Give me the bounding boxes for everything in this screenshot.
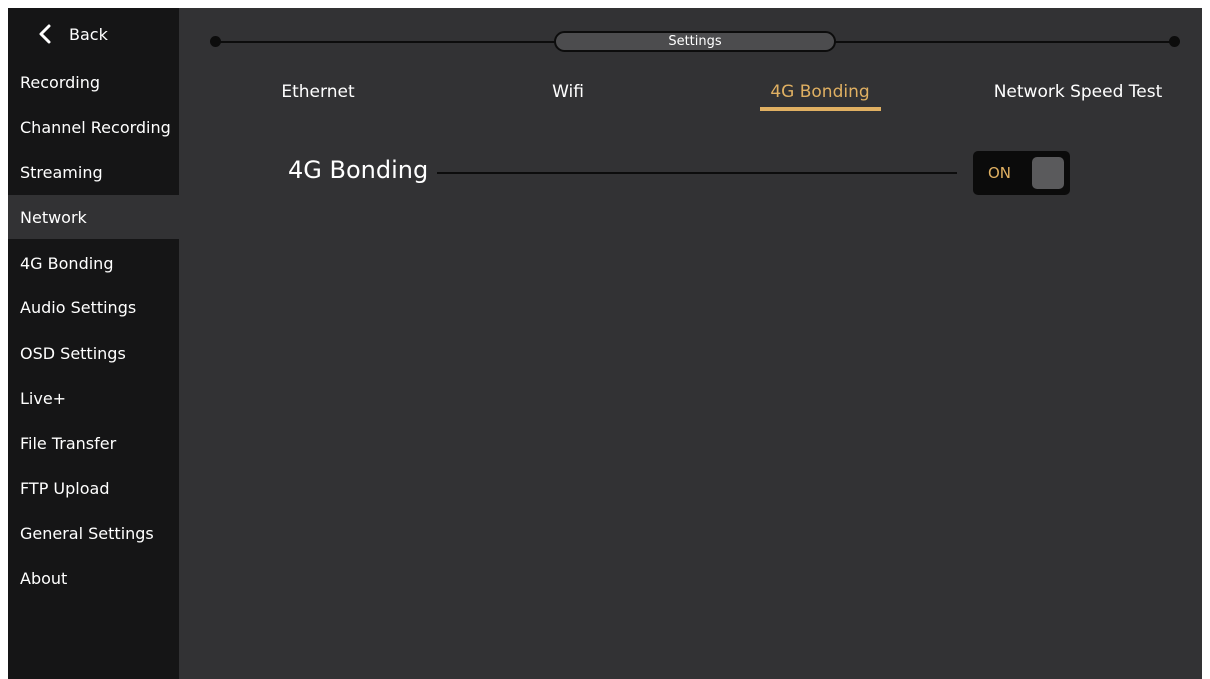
page-title-text: Settings bbox=[668, 34, 722, 49]
sidebar-item-ftp-upload[interactable]: FTP Upload bbox=[8, 466, 179, 510]
tab-active-underline bbox=[760, 107, 881, 111]
tab-4g-bonding[interactable]: 4G Bonding bbox=[750, 76, 890, 108]
sidebar-item-about[interactable]: About bbox=[8, 556, 179, 600]
toggle-state-label: ON bbox=[988, 164, 1012, 182]
sidebar-item-channel-recording[interactable]: Channel Recording bbox=[8, 105, 179, 149]
settings-screen: Back Recording Channel Recording Streami… bbox=[8, 8, 1202, 679]
bonding-toggle[interactable]: ON bbox=[973, 151, 1070, 195]
chevron-left-icon bbox=[39, 24, 51, 44]
header-dot-left bbox=[210, 36, 221, 47]
sidebar: Back Recording Channel Recording Streami… bbox=[8, 8, 179, 679]
sidebar-item-audio-settings[interactable]: Audio Settings bbox=[8, 285, 179, 329]
back-button[interactable]: Back bbox=[8, 8, 179, 60]
sidebar-item-recording[interactable]: Recording bbox=[8, 60, 179, 104]
sidebar-item-osd-settings[interactable]: OSD Settings bbox=[8, 331, 179, 375]
tab-wifi[interactable]: Wifi bbox=[523, 76, 613, 108]
section-divider bbox=[437, 172, 957, 174]
sidebar-item-4g-bonding[interactable]: 4G Bonding bbox=[8, 241, 179, 285]
sidebar-item-live-plus[interactable]: Live+ bbox=[8, 376, 179, 420]
page-title: Settings bbox=[554, 31, 836, 52]
section-title: 4G Bonding bbox=[288, 156, 429, 184]
header-line-left bbox=[215, 41, 555, 43]
sidebar-item-network[interactable]: Network bbox=[8, 195, 179, 239]
header-dot-right bbox=[1169, 36, 1180, 47]
back-label: Back bbox=[69, 24, 108, 44]
tab-ethernet[interactable]: Ethernet bbox=[260, 76, 376, 108]
tab-network-speed-test[interactable]: Network Speed Test bbox=[978, 76, 1178, 108]
sidebar-item-file-transfer[interactable]: File Transfer bbox=[8, 421, 179, 465]
sidebar-item-streaming[interactable]: Streaming bbox=[8, 150, 179, 194]
header-line-right bbox=[835, 41, 1175, 43]
toggle-knob bbox=[1032, 157, 1064, 189]
sidebar-item-general-settings[interactable]: General Settings bbox=[8, 511, 179, 555]
